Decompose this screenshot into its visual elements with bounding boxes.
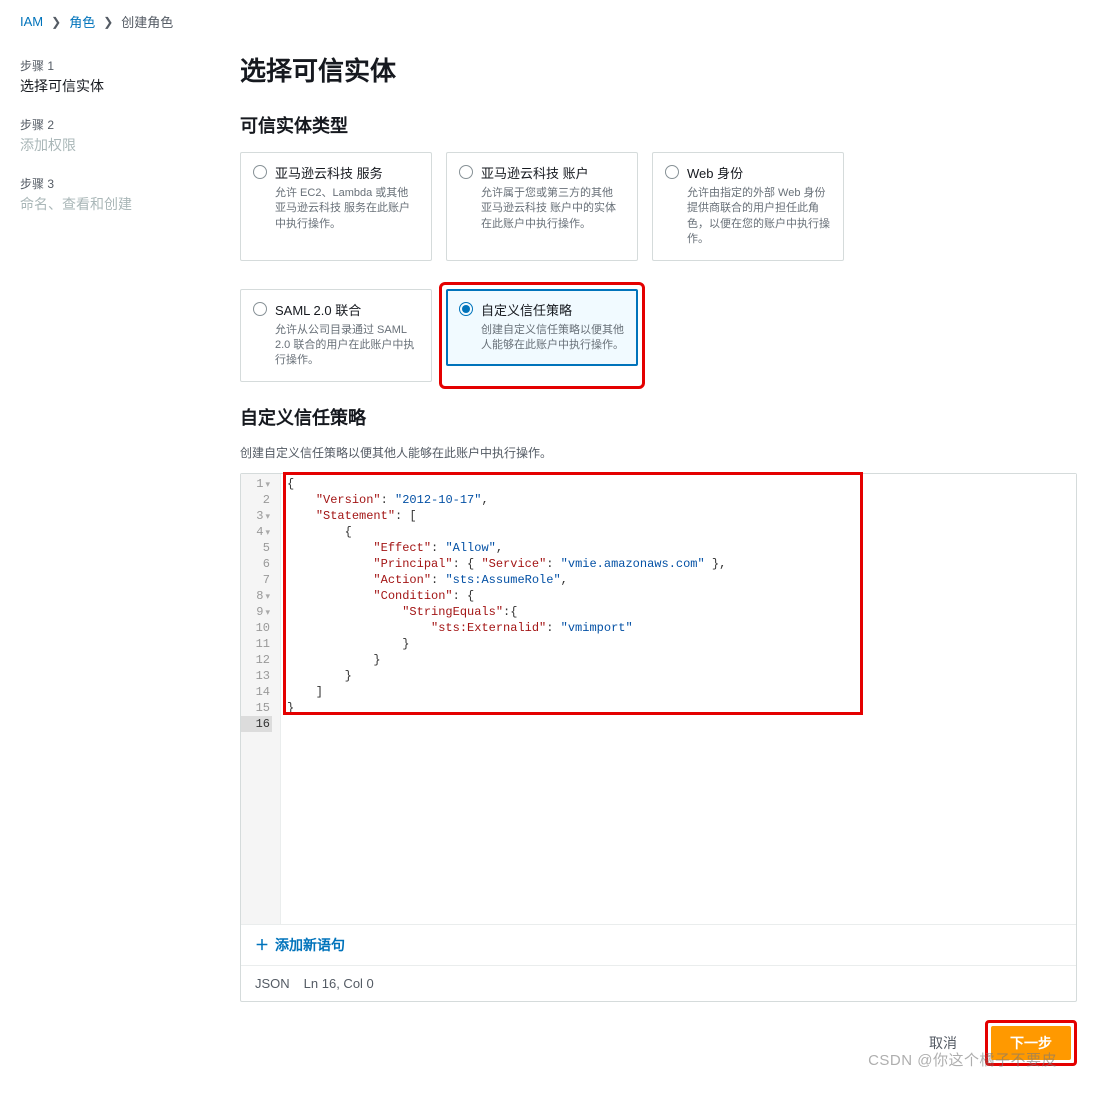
radio-icon: [459, 302, 473, 316]
trusted-entity-options: 亚马逊云科技 服务 允许 EC2、Lambda 或其他 亚马逊云科技 服务在此账…: [240, 152, 1077, 382]
option-desc: 允许属于您或第三方的其他 亚马逊云科技 账户中的实体在此账户中执行操作。: [481, 186, 625, 232]
add-statement-label: 添加新语句: [275, 935, 345, 955]
highlight-annotation: 下一步: [985, 1020, 1077, 1066]
next-button[interactable]: 下一步: [991, 1026, 1071, 1060]
chevron-right-icon: ❯: [103, 15, 113, 29]
option-desc: 允许 EC2、Lambda 或其他 亚马逊云科技 服务在此账户中执行操作。: [275, 186, 419, 232]
breadcrumb: IAM ❯ 角色 ❯ 创建角色: [20, 12, 1077, 31]
highlight-annotation: 自定义信任策略 创建自定义信任策略以便其他人能够在此账户中执行操作。: [439, 282, 645, 389]
option-title: SAML 2.0 联合: [275, 300, 419, 319]
plus-icon: ＋: [255, 935, 269, 955]
option-aws-service[interactable]: 亚马逊云科技 服务 允许 EC2、Lambda 或其他 亚马逊云科技 服务在此账…: [240, 152, 432, 261]
step-title: 命名、查看和创建: [20, 194, 200, 214]
status-cursor: Ln 16, Col 0: [304, 976, 374, 991]
step-1[interactable]: 步骤 1 选择可信实体: [20, 51, 200, 110]
radio-icon: [459, 165, 473, 179]
radio-icon: [665, 165, 679, 179]
status-language: JSON: [255, 976, 290, 991]
option-title: 亚马逊云科技 服务: [275, 163, 419, 182]
option-title: 自定义信任策略: [481, 300, 625, 319]
step-label: 步骤 1: [20, 57, 200, 74]
line-gutter: 1▾ 2 3▾ 4▾ 5 6 7 8▾ 9▾ 10 11 12: [241, 474, 281, 924]
option-aws-account[interactable]: 亚马逊云科技 账户 允许属于您或第三方的其他 亚马逊云科技 账户中的实体在此账户…: [446, 152, 638, 261]
section-entity-type: 可信实体类型: [240, 112, 1077, 138]
section-custom-policy-desc: 创建自定义信任策略以便其他人能够在此账户中执行操作。: [240, 444, 1077, 461]
wizard-steps: 步骤 1 选择可信实体 步骤 2 添加权限 步骤 3 命名、查看和创建: [20, 51, 200, 1084]
chevron-right-icon: ❯: [51, 15, 61, 29]
option-title: 亚马逊云科技 账户: [481, 163, 625, 182]
code-editor[interactable]: 1▾ 2 3▾ 4▾ 5 6 7 8▾ 9▾ 10 11 12: [241, 474, 1076, 924]
crumb-roles[interactable]: 角色: [69, 12, 95, 31]
crumb-iam[interactable]: IAM: [20, 14, 43, 29]
crumb-current: 创建角色: [121, 12, 173, 31]
section-custom-policy: 自定义信任策略: [240, 404, 1077, 430]
step-2[interactable]: 步骤 2 添加权限: [20, 110, 200, 169]
step-label: 步骤 2: [20, 116, 200, 133]
code-body[interactable]: { "Version": "2012-10-17", "Statement": …: [281, 474, 1076, 924]
step-title: 添加权限: [20, 135, 200, 155]
step-3[interactable]: 步骤 3 命名、查看和创建: [20, 169, 200, 228]
add-statement-row: ＋ 添加新语句: [241, 924, 1076, 965]
option-title: Web 身份: [687, 163, 831, 182]
option-saml[interactable]: SAML 2.0 联合 允许从公司目录通过 SAML 2.0 联合的用户在此账户…: [240, 289, 432, 382]
editor-status-bar: JSON Ln 16, Col 0: [241, 965, 1076, 1001]
page-title: 选择可信实体: [240, 51, 1077, 88]
option-custom-trust-policy[interactable]: 自定义信任策略 创建自定义信任策略以便其他人能够在此账户中执行操作。: [446, 289, 638, 367]
policy-editor: 1▾ 2 3▾ 4▾ 5 6 7 8▾ 9▾ 10 11 12: [240, 473, 1077, 1002]
option-web-identity[interactable]: Web 身份 允许由指定的外部 Web 身份提供商联合的用户担任此角色，以便在您…: [652, 152, 844, 261]
add-statement-button[interactable]: ＋ 添加新语句: [255, 935, 345, 955]
option-desc: 允许由指定的外部 Web 身份提供商联合的用户担任此角色，以便在您的账户中执行操…: [687, 186, 831, 248]
option-desc: 允许从公司目录通过 SAML 2.0 联合的用户在此账户中执行操作。: [275, 323, 419, 369]
option-desc: 创建自定义信任策略以便其他人能够在此账户中执行操作。: [481, 323, 625, 354]
cancel-button[interactable]: 取消: [911, 1027, 975, 1059]
step-title: 选择可信实体: [20, 76, 200, 96]
step-label: 步骤 3: [20, 175, 200, 192]
wizard-footer: 取消 下一步: [240, 1002, 1077, 1084]
radio-icon: [253, 165, 267, 179]
radio-icon: [253, 302, 267, 316]
